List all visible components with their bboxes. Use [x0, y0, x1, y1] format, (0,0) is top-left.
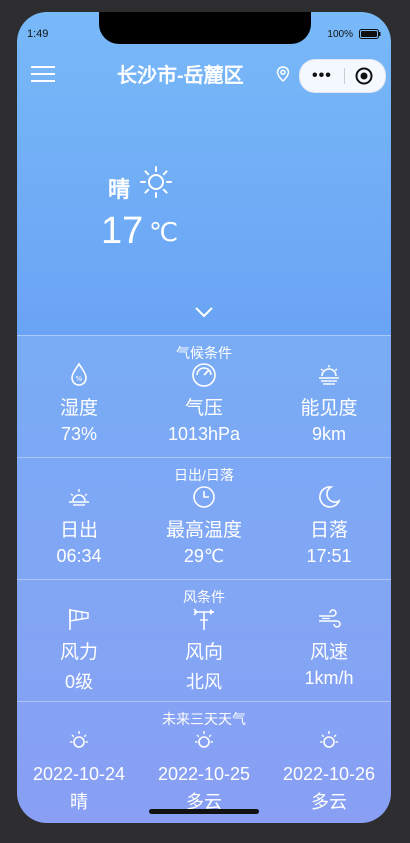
item-label: 风向 [184, 642, 223, 663]
location-title[interactable]: 长沙市-岳麓区 [117, 59, 244, 88]
status-time: 1:49 [27, 28, 49, 40]
temperature-unit: ℃ [149, 217, 179, 247]
forecast-day-1: 2022-10-24 晴 [17, 728, 141, 814]
sun-icon [70, 731, 88, 748]
forecast-date: 2022-10-24 [32, 764, 126, 784]
sunrise-icon [69, 489, 89, 506]
section-title: 未来三天天气 [162, 711, 246, 727]
moon-icon [319, 486, 341, 508]
wind-vane-icon [193, 608, 214, 630]
item-value: 9km [311, 424, 346, 444]
section-title: 日出/日落 [174, 467, 234, 483]
forecast-condition: 晴 [70, 792, 88, 812]
visibility-item: 能见度 9km [267, 362, 391, 445]
item-value: 73% [60, 424, 98, 444]
wind-section: 风条件 风力 0级 风向 北风 风速 1km/h [17, 579, 391, 701]
forecast-day-3: 2022-10-26 多云 [267, 728, 391, 814]
phone-screen: 1:49 100% 长沙市-岳麓区 ••• 晴 17 ℃ 气候条件 % 湿度 7… [17, 12, 391, 823]
battery-percent: 100% [327, 29, 353, 40]
chevron-down-icon[interactable] [194, 305, 214, 319]
item-label: 风速 [309, 642, 348, 663]
item-value: 1km/h [304, 668, 354, 688]
humidity-item: % 湿度 73% [17, 362, 141, 445]
item-label: 湿度 [59, 398, 98, 419]
close-target-icon[interactable] [355, 67, 373, 85]
forecast-date: 2022-10-25 [157, 764, 251, 784]
current-condition: 晴 [108, 177, 131, 202]
wind-force-item: 风力 0级 [17, 606, 141, 694]
item-value: 17:51 [306, 546, 352, 566]
notch [99, 12, 311, 44]
section-title: 气候条件 [176, 345, 232, 361]
forecast-day-2: 2022-10-25 多云 [142, 728, 266, 814]
current-temperature: 17 [101, 210, 144, 252]
item-value: 06:34 [56, 546, 102, 566]
menu-icon[interactable] [31, 64, 55, 84]
sun-icon [320, 731, 338, 748]
sunset-item: 日落 17:51 [267, 484, 391, 567]
item-label: 气压 [184, 398, 223, 419]
sunrise-item: 日出 06:34 [17, 484, 141, 567]
climate-section: 气候条件 % 湿度 73% 气压 1013hPa 能见度 9km [17, 335, 391, 457]
wind-icon [319, 609, 341, 628]
item-value: 北风 [186, 672, 222, 692]
item-label: 日落 [309, 520, 348, 541]
item-label: 风力 [59, 642, 98, 663]
forecast-section: 未来三天天气 2022-10-24 晴 2022-10-25 多云 2022-1… [17, 701, 391, 823]
location-pin-icon[interactable] [276, 66, 290, 82]
forecast-date: 2022-10-26 [282, 764, 376, 784]
clock-icon [193, 486, 215, 508]
pressure-gauge-icon [192, 363, 216, 387]
pressure-item: 气压 1013hPa [142, 362, 266, 445]
mini-program-capsule: ••• [299, 59, 386, 93]
max-temp-item: 最高温度 29℃ [142, 484, 266, 567]
humidity-icon: % [71, 362, 87, 386]
home-indicator[interactable] [149, 809, 259, 814]
item-value: 29℃ [183, 546, 225, 566]
wind-speed-item: 风速 1km/h [267, 606, 391, 689]
sun-icon [195, 731, 213, 748]
wind-direction-item: 风向 北风 [142, 606, 266, 694]
visibility-icon [319, 365, 339, 385]
windsock-icon [69, 609, 89, 630]
item-value: 0级 [64, 672, 93, 692]
item-label: 能见度 [300, 398, 358, 419]
sun-icon [140, 166, 172, 198]
capsule-divider [344, 68, 345, 84]
battery-icon [359, 29, 381, 39]
sun-section: 日出/日落 日出 06:34 最高温度 29℃ 日落 17:51 [17, 457, 391, 579]
item-value: 1013hPa [167, 424, 241, 444]
svg-text:%: % [76, 375, 83, 383]
item-label: 最高温度 [165, 520, 242, 541]
more-icon[interactable]: ••• [312, 68, 332, 84]
item-label: 日出 [59, 520, 98, 541]
section-title: 风条件 [183, 589, 225, 605]
forecast-condition: 多云 [311, 792, 347, 812]
